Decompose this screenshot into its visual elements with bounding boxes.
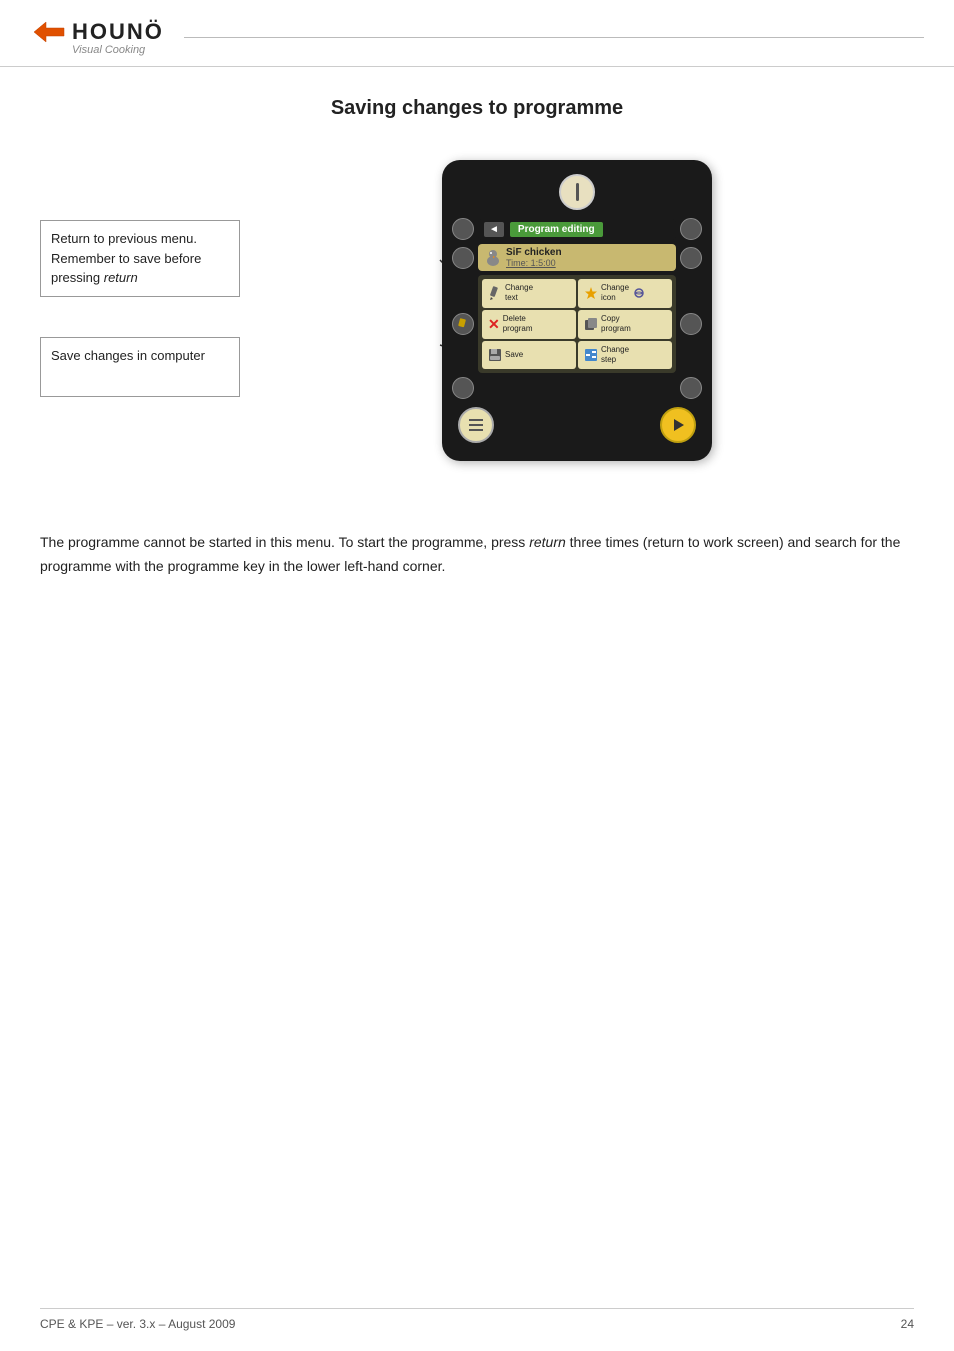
- x-delete-icon: ✕: [488, 316, 500, 333]
- side-btn-right-4[interactable]: [680, 377, 702, 399]
- screen-row-2: SiF chicken Time: 1:5:00: [452, 244, 702, 271]
- logo-icon: [30, 18, 68, 46]
- globe-icon: [634, 288, 644, 298]
- device-top-button-area: [452, 174, 702, 210]
- play-icon: [670, 417, 686, 433]
- menu-grid: Changetext Changeicon: [478, 275, 676, 373]
- change-step-label: Changestep: [601, 345, 629, 366]
- play-button[interactable]: [660, 407, 696, 443]
- footer: CPE & KPE – ver. 3.x – August 2009 24: [40, 1308, 914, 1331]
- copy-icon: [584, 317, 598, 331]
- menu-change-icon[interactable]: Changeicon: [578, 279, 672, 308]
- star-icon: [584, 286, 598, 300]
- header: HOUNÖ Visual Cooking: [0, 0, 954, 67]
- footer-left: CPE & KPE – ver. 3.x – August 2009: [40, 1317, 235, 1331]
- page-title: Saving changes to programme: [0, 97, 954, 120]
- prog-editing-header: ◄ Program editing: [478, 219, 676, 240]
- menu-change-step[interactable]: Changestep: [578, 341, 672, 370]
- footer-page-number: 24: [901, 1317, 914, 1331]
- save-icon: [488, 348, 502, 362]
- side-btn-left-1[interactable]: [452, 218, 474, 240]
- screen-row-4: [452, 377, 702, 399]
- main-scene: Return to previous menu. Remember to sav…: [0, 160, 954, 599]
- callout-return-box: Return to previous menu. Remember to sav…: [40, 220, 240, 297]
- body-text: The programme cannot be started in this …: [40, 531, 914, 579]
- menu-save[interactable]: Save: [482, 341, 576, 370]
- pencil-icon: [488, 286, 502, 300]
- callout-save-box: Save changes in computer: [40, 337, 240, 397]
- side-btn-left-3[interactable]: [452, 313, 474, 335]
- menu-grid-screen: Changetext Changeicon: [478, 275, 676, 373]
- chicken-icon: [484, 249, 502, 267]
- program-name: SiF chicken: [506, 247, 562, 258]
- logo-tagline: Visual Cooking: [72, 44, 145, 56]
- callout-save-text: Save changes in computer: [51, 348, 205, 363]
- top-power-button[interactable]: [559, 174, 595, 210]
- header-divider: [184, 37, 924, 38]
- side-btn-right-3[interactable]: [680, 313, 702, 335]
- callouts-panel: Return to previous menu. Remember to sav…: [40, 160, 240, 461]
- side-btn-left-2[interactable]: [452, 247, 474, 269]
- menu-change-text[interactable]: Changetext: [482, 279, 576, 308]
- screen-row-1: ◄ Program editing: [452, 218, 702, 240]
- menu-copy-program[interactable]: Copyprogram: [578, 310, 672, 339]
- copy-program-label: Copyprogram: [601, 314, 631, 335]
- side-btn-right-2[interactable]: [680, 247, 702, 269]
- list-button[interactable]: [458, 407, 494, 443]
- content-area: Return to previous menu. Remember to sav…: [0, 160, 954, 461]
- device-wrapper: ◄ Program editing: [240, 160, 914, 461]
- menu-delete-program[interactable]: ✕ Deleteprogram: [482, 310, 576, 339]
- prog-name-screen: SiF chicken Time: 1:5:00: [478, 244, 676, 271]
- program-time: Time: 1:5:00: [506, 258, 562, 268]
- logo-brand: HOUNÖ: [30, 18, 164, 46]
- pencil-side-icon: [457, 318, 469, 330]
- inner-screen: ◄ Program editing: [478, 219, 676, 240]
- logo: HOUNÖ Visual Cooking: [30, 18, 164, 56]
- power-line: [576, 183, 579, 201]
- prog-name-row: SiF chicken Time: 1:5:00: [478, 244, 676, 271]
- back-arrow-button[interactable]: ◄: [484, 222, 504, 237]
- program-editing-label: Program editing: [510, 222, 603, 237]
- body-text-paragraph: The programme cannot be started in this …: [0, 501, 954, 599]
- change-text-label: Changetext: [505, 283, 533, 304]
- callout-return-line2: Remember to save before pressing return: [51, 251, 201, 286]
- callout-return-line1: Return to previous menu.: [51, 231, 197, 246]
- change-icon-label: Changeicon: [601, 283, 629, 304]
- device: ◄ Program editing: [442, 160, 712, 461]
- list-icon: [466, 415, 486, 435]
- delete-program-label: Deleteprogram: [503, 314, 533, 335]
- side-btn-left-4[interactable]: [452, 377, 474, 399]
- device-bottom-row: [452, 403, 702, 447]
- side-btn-right-1[interactable]: [680, 218, 702, 240]
- save-label: Save: [505, 350, 523, 360]
- screen-row-3: Changetext Changeicon: [452, 275, 702, 373]
- brand-name: HOUNÖ: [72, 19, 164, 45]
- steps-icon: [584, 348, 598, 362]
